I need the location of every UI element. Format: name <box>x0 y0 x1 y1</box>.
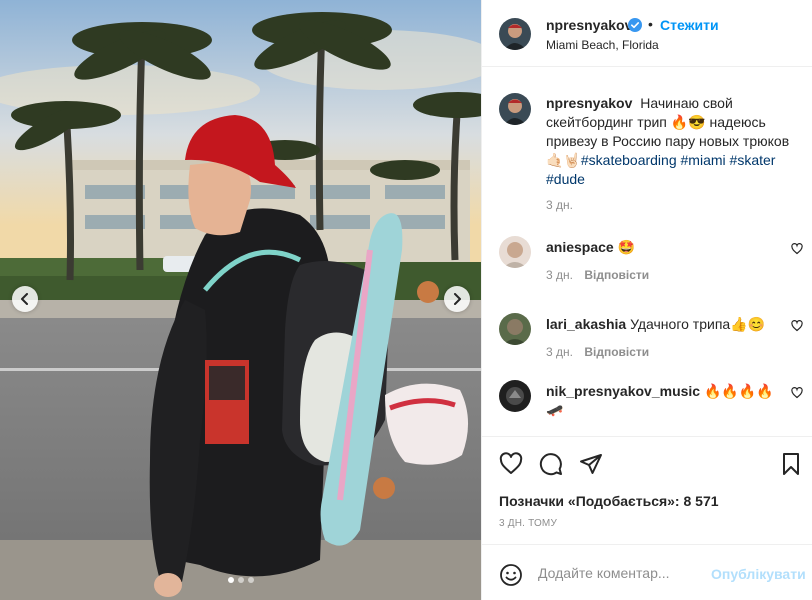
heart-icon[interactable] <box>499 452 523 476</box>
hashtag-link[interactable]: #skateboarding <box>581 152 677 168</box>
post-actions: Позначки «Подобається»: 8 571 3 ДН. ТОМУ <box>482 436 812 544</box>
commenter-avatar[interactable] <box>499 380 531 412</box>
comment-icon[interactable] <box>539 452 563 476</box>
comment-line: aniespace 🤩 <box>546 238 776 257</box>
comment-like-icon[interactable] <box>791 387 803 399</box>
comment-item: lari_akashia Удачного трипа👍😊 3 дн. Відп… <box>482 309 812 379</box>
comment-input[interactable] <box>538 561 703 585</box>
hashtag-link[interactable]: #dude <box>546 171 585 187</box>
header-separator: • <box>648 16 653 32</box>
photo-scene <box>0 0 481 600</box>
chevron-left-icon <box>21 293 28 305</box>
comment-meta: 3 дн. Відповісти <box>546 268 649 282</box>
carousel-dot <box>237 577 244 583</box>
caption-text: npresnyakov Начинаю свой скейтбординг тр… <box>546 94 796 189</box>
comment-line: nik_presnyakov_music 🔥🔥🔥🔥 🛹 <box>546 382 776 420</box>
commenter-avatar[interactable] <box>499 236 531 268</box>
caption-author-avatar[interactable] <box>499 93 531 125</box>
comment-item: aniespace 🤩 3 дн. Відповісти <box>482 232 812 302</box>
instagram-post-modal: npresnyakov • Стежити Miami Beach, Flori… <box>0 0 812 600</box>
reply-button[interactable]: Відповісти <box>584 345 649 359</box>
comment-meta: 3 дн. Відповісти <box>546 345 649 359</box>
chevron-right-icon <box>454 293 461 305</box>
post-location[interactable]: Miami Beach, Florida <box>546 38 659 52</box>
comment-text: Удачного трипа👍😊 <box>630 316 766 332</box>
post-header: npresnyakov • Стежити Miami Beach, Flori… <box>482 0 812 67</box>
post-photo[interactable] <box>0 0 481 600</box>
verified-badge-icon <box>628 18 642 32</box>
smiley-icon[interactable] <box>499 563 523 587</box>
hashtag-link[interactable]: #skater <box>730 152 776 168</box>
author-avatar[interactable] <box>499 18 531 50</box>
caption-username[interactable]: npresnyakov <box>546 95 632 111</box>
carousel-next-button[interactable] <box>444 286 470 312</box>
author-username[interactable]: npresnyakov <box>546 17 632 33</box>
bookmark-icon[interactable] <box>779 452 803 476</box>
comment-username[interactable]: aniespace <box>546 239 614 255</box>
carousel-prev-button[interactable] <box>12 286 38 312</box>
comment-text: 🤩 <box>617 239 636 255</box>
commenter-avatar[interactable] <box>499 313 531 345</box>
send-icon[interactable] <box>579 452 603 476</box>
reply-button[interactable]: Відповісти <box>584 268 649 282</box>
publish-button[interactable]: Опублікувати <box>711 566 806 582</box>
add-comment-bar: Опублікувати <box>482 544 812 600</box>
comment-like-icon[interactable] <box>791 320 803 332</box>
hashtag-link[interactable]: #miami <box>681 152 726 168</box>
comment-line: lari_akashia Удачного трипа👍😊 <box>546 315 776 334</box>
likes-count[interactable]: Позначки «Подобається»: 8 571 <box>499 493 719 509</box>
carousel-dot <box>247 577 254 583</box>
comment-username[interactable]: lari_akashia <box>546 316 626 332</box>
caption-timestamp[interactable]: 3 дн. <box>546 198 573 212</box>
carousel-dot <box>227 577 234 583</box>
comment-timestamp[interactable]: 3 дн. <box>546 268 573 282</box>
post-timestamp[interactable]: 3 ДН. ТОМУ <box>499 518 557 529</box>
follow-button[interactable]: Стежити <box>660 17 719 33</box>
comment-timestamp[interactable]: 3 дн. <box>546 345 573 359</box>
comment-username[interactable]: nik_presnyakov_music <box>546 383 700 399</box>
post-side-panel: npresnyakov • Стежити Miami Beach, Flori… <box>481 0 812 600</box>
carousel-dots <box>0 577 481 583</box>
comment-like-icon[interactable] <box>791 243 803 255</box>
